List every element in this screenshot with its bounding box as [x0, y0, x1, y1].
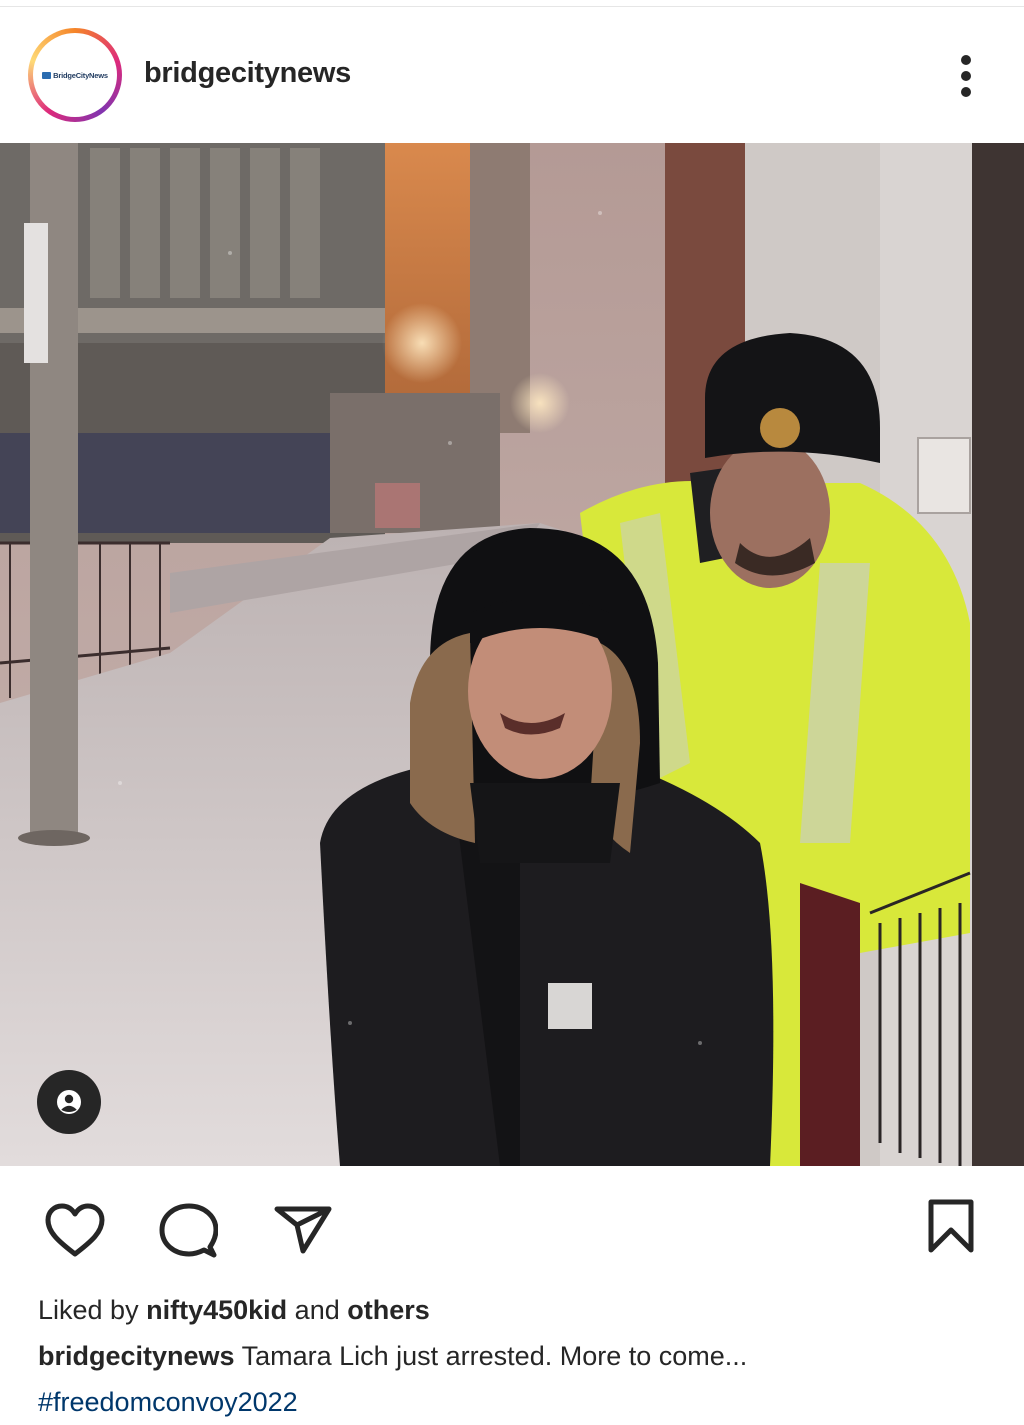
post-username[interactable]: bridgecitynews: [144, 57, 351, 90]
comment-button[interactable]: [158, 1202, 219, 1265]
hashtag-line: #freedomconvoy2022: [38, 1379, 998, 1425]
post-header: BridgeCityNews bridgecitynews: [0, 7, 1024, 143]
bookmark-icon: [928, 1199, 974, 1253]
user-tag-button[interactable]: [37, 1070, 101, 1134]
save-button[interactable]: [926, 1198, 976, 1259]
action-bar: [0, 1166, 1024, 1284]
avatar-logo-text: BridgeCityNews: [53, 70, 108, 80]
likes-others[interactable]: others: [347, 1295, 430, 1325]
more-vertical-icon: [961, 55, 971, 97]
likes-prefix: Liked by: [38, 1295, 139, 1325]
comment-icon: [159, 1203, 219, 1258]
caption-username[interactable]: bridgecitynews: [38, 1341, 235, 1371]
caption-hashtag[interactable]: #freedomconvoy2022: [38, 1387, 298, 1417]
likes-line: Liked by nifty450kid and others: [38, 1287, 998, 1333]
share-button[interactable]: [273, 1205, 333, 1260]
share-icon: [274, 1206, 332, 1254]
liked-by-user[interactable]: nifty450kid: [146, 1295, 287, 1325]
post-text: Liked by nifty450kid and others bridgeci…: [38, 1287, 998, 1425]
post-photo[interactable]: [0, 143, 1024, 1166]
avatar[interactable]: BridgeCityNews: [28, 28, 122, 122]
avatar-logo: BridgeCityNews: [42, 71, 108, 80]
avatar-inner: BridgeCityNews: [33, 33, 117, 117]
caption-text: Tamara Lich just arrested. More to come.…: [241, 1341, 748, 1371]
likes-joiner: and: [294, 1295, 340, 1325]
caption-line: bridgecitynews Tamara Lich just arrested…: [38, 1333, 998, 1379]
logo-mark-icon: [42, 71, 52, 79]
heart-icon: [45, 1203, 105, 1257]
like-button[interactable]: [44, 1203, 106, 1262]
user-tag-icon: [57, 1090, 81, 1114]
photo-scene: [0, 143, 1024, 1166]
more-options-button[interactable]: [948, 51, 984, 101]
